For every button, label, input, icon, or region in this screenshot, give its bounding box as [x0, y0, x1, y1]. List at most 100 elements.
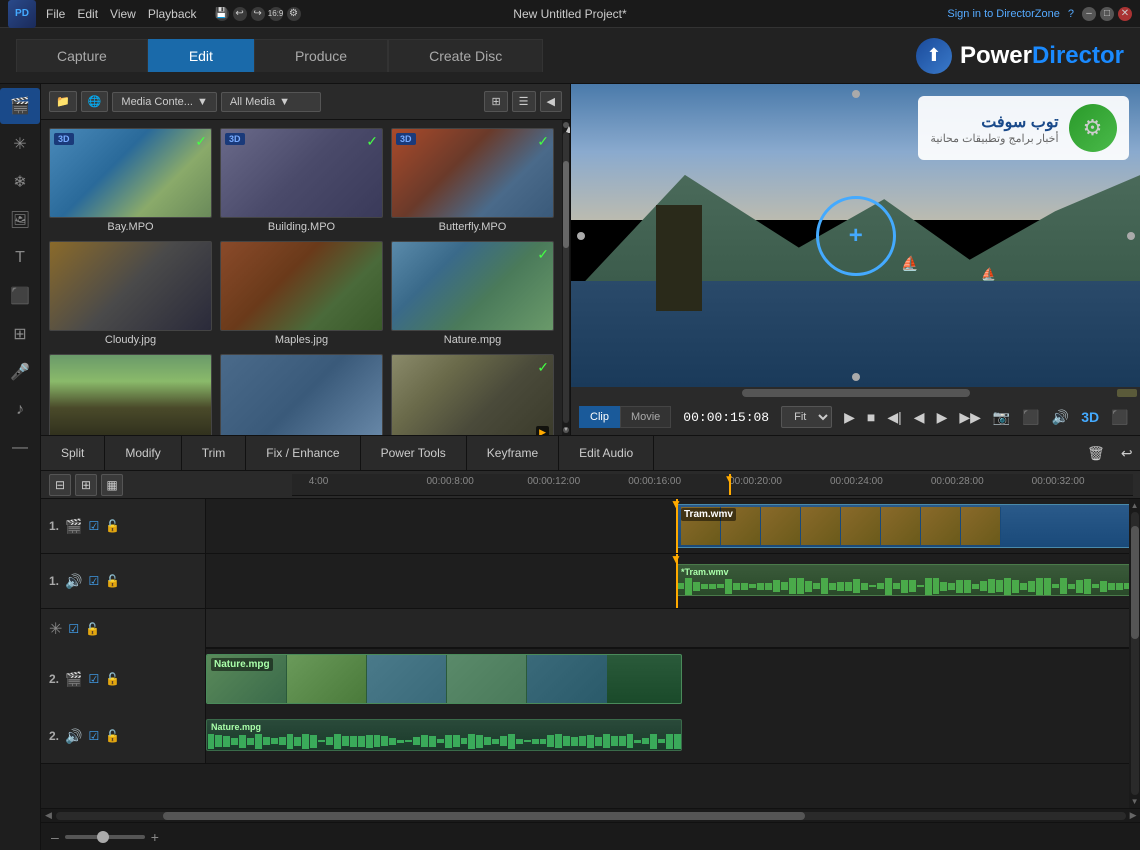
track-visibility-toggle[interactable]: ☑: [88, 672, 99, 686]
scroll-down-icon[interactable]: ▼: [1131, 797, 1139, 806]
scroll-up-arrow[interactable]: ▲: [563, 122, 569, 128]
timeline-scrollbar-v[interactable]: ▲ ▼: [1129, 499, 1140, 808]
minimize-button[interactable]: –: [1082, 7, 1096, 21]
volume-button[interactable]: 🔊: [1048, 405, 1073, 430]
tab-trim[interactable]: Trim: [182, 436, 247, 470]
track-clip-tram-video[interactable]: Tram.wmv: [676, 504, 1140, 548]
step-back-button[interactable]: ◀|: [883, 405, 905, 430]
handle-bottom[interactable]: [852, 373, 860, 381]
menu-view[interactable]: View: [110, 7, 136, 21]
handle-right[interactable]: [1127, 232, 1135, 240]
media-item[interactable]: Shipping...: [220, 354, 383, 435]
scroll-thumb-v[interactable]: [1131, 526, 1139, 639]
grid-view-button[interactable]: ⊞: [484, 91, 507, 112]
content-type-dropdown[interactable]: Media Conte... ▼: [112, 92, 216, 112]
media-item[interactable]: 3D ✓ Building.MPO: [220, 128, 383, 233]
list-view-button[interactable]: ☰: [512, 91, 536, 112]
panel-collapse-button[interactable]: ◀: [540, 91, 562, 112]
timeline-btn-1[interactable]: ⊟: [49, 474, 71, 496]
track-clip-nature-audio[interactable]: Nature.mpg for(let i=0;i<60;i++){ docume…: [206, 719, 682, 751]
scroll-thumb[interactable]: [563, 161, 569, 248]
help-icon[interactable]: ?: [1068, 8, 1074, 20]
tab-fix-enhance[interactable]: Fix / Enhance: [246, 436, 360, 470]
movie-tab[interactable]: Movie: [620, 406, 671, 428]
scroll-left-arrow[interactable]: ◀: [45, 810, 52, 821]
h-scroll-thumb[interactable]: [163, 812, 805, 820]
sidebar-effects-icon[interactable]: ✳: [0, 126, 40, 162]
fit-dropdown[interactable]: Fit: [781, 406, 832, 428]
undo-button[interactable]: ↩: [1113, 441, 1140, 466]
media-scrollbar[interactable]: ▲ ▼: [562, 120, 570, 435]
frame-button[interactable]: ⬛: [1018, 405, 1043, 430]
snapshot-button[interactable]: 📷: [989, 405, 1014, 430]
track-lock-toggle[interactable]: 🔓: [105, 729, 120, 743]
track-visibility-toggle[interactable]: ☑: [88, 729, 99, 743]
toolbar-redo-icon[interactable]: ↪: [251, 7, 265, 21]
prev-frame-button[interactable]: ◀: [910, 405, 929, 430]
track-lock-toggle[interactable]: 🔓: [105, 672, 120, 686]
close-button[interactable]: ✕: [1118, 7, 1132, 21]
track-lock-toggle[interactable]: 🔓: [105, 519, 120, 533]
track-visibility-toggle[interactable]: ☑: [88, 574, 99, 588]
media-item[interactable]: 3D ✓ Butterfly.MPO: [391, 128, 554, 233]
tab-keyframe[interactable]: Keyframe: [467, 436, 559, 470]
tab-modify[interactable]: Modify: [105, 436, 181, 470]
delete-clip-button[interactable]: 🗑: [1079, 441, 1113, 466]
stop-button[interactable]: ■: [863, 405, 879, 429]
tab-edit-audio[interactable]: Edit Audio: [559, 436, 654, 470]
sidebar-overlay-icon[interactable]: ⬛: [0, 278, 40, 314]
3d-button[interactable]: 3D: [1077, 405, 1103, 429]
sidebar-music-icon[interactable]: ♪: [0, 392, 40, 428]
timeline-btn-2[interactable]: ⊞: [75, 474, 97, 496]
tab-capture[interactable]: Capture: [16, 39, 148, 72]
filter-dropdown[interactable]: All Media ▼: [221, 92, 321, 112]
sign-in-link[interactable]: Sign in to DirectorZone: [947, 8, 1060, 20]
tab-edit[interactable]: Edit: [148, 39, 254, 72]
toolbar-aspect-icon[interactable]: 16:9: [269, 7, 283, 21]
output-settings-button[interactable]: ⬛: [1107, 405, 1132, 430]
menu-edit[interactable]: Edit: [77, 7, 98, 21]
scroll-up-icon[interactable]: ▲: [1131, 501, 1139, 510]
tab-power-tools[interactable]: Power Tools: [361, 436, 467, 470]
fast-forward-button[interactable]: ▶▶: [955, 405, 985, 430]
handle-left[interactable]: [577, 232, 585, 240]
sidebar-transitions-icon[interactable]: ❄: [0, 164, 40, 200]
toolbar-save-icon[interactable]: 💾: [215, 7, 229, 21]
preview-scrollbar-thumb[interactable]: [742, 389, 970, 397]
toolbar-undo-icon[interactable]: ↩: [233, 7, 247, 21]
timeline-btn-3[interactable]: ▦: [101, 474, 123, 496]
tab-split[interactable]: Split: [41, 436, 105, 470]
folder-button[interactable]: 📁: [49, 91, 77, 112]
zoom-in-button[interactable]: +: [149, 827, 161, 847]
sidebar-media-icon[interactable]: 🎬: [0, 88, 40, 124]
handle-top[interactable]: [852, 90, 860, 98]
menu-playback[interactable]: Playback: [148, 7, 197, 21]
effects-lock-toggle[interactable]: 🔓: [85, 622, 100, 636]
track-lock-toggle[interactable]: 🔓: [105, 574, 120, 588]
media-item[interactable]: 3D ✓ Bay.MPO: [49, 128, 212, 233]
menu-file[interactable]: File: [46, 7, 65, 21]
next-frame-button[interactable]: ▶: [933, 405, 952, 430]
sidebar-subtitle-icon[interactable]: —: [0, 430, 40, 466]
sidebar-voice-icon[interactable]: 🎤: [0, 354, 40, 390]
media-item[interactable]: ✓ ▶ Tram...: [391, 354, 554, 435]
zoom-thumb[interactable]: [97, 831, 109, 843]
track-clip-tram-audio[interactable]: *Tram.wmv // Generate wave bars inline f…: [676, 564, 1140, 596]
media-item[interactable]: ✓ Nature.mpg: [391, 241, 554, 346]
preview-scrollbar[interactable]: [571, 387, 1140, 399]
clip-tab[interactable]: Clip: [579, 406, 620, 428]
media-item[interactable]: Road...: [49, 354, 212, 435]
sidebar-pip-icon[interactable]: 🖼: [0, 202, 40, 238]
track-visibility-toggle[interactable]: ☑: [88, 519, 99, 533]
media-item[interactable]: Cloudy.jpg: [49, 241, 212, 346]
toolbar-settings-icon[interactable]: ⚙: [287, 7, 301, 21]
media-item[interactable]: Maples.jpg: [220, 241, 383, 346]
sidebar-title-icon[interactable]: T: [0, 240, 40, 276]
maximize-button[interactable]: □: [1100, 7, 1114, 21]
scroll-right-arrow[interactable]: ▶: [1130, 810, 1137, 821]
scroll-down-arrow[interactable]: ▼: [563, 427, 569, 433]
timeline-scrollbar-h[interactable]: ◀ ▶: [41, 808, 1140, 822]
zoom-slider[interactable]: [65, 835, 145, 839]
tab-produce[interactable]: Produce: [254, 39, 388, 72]
zoom-out-button[interactable]: –: [49, 827, 61, 847]
